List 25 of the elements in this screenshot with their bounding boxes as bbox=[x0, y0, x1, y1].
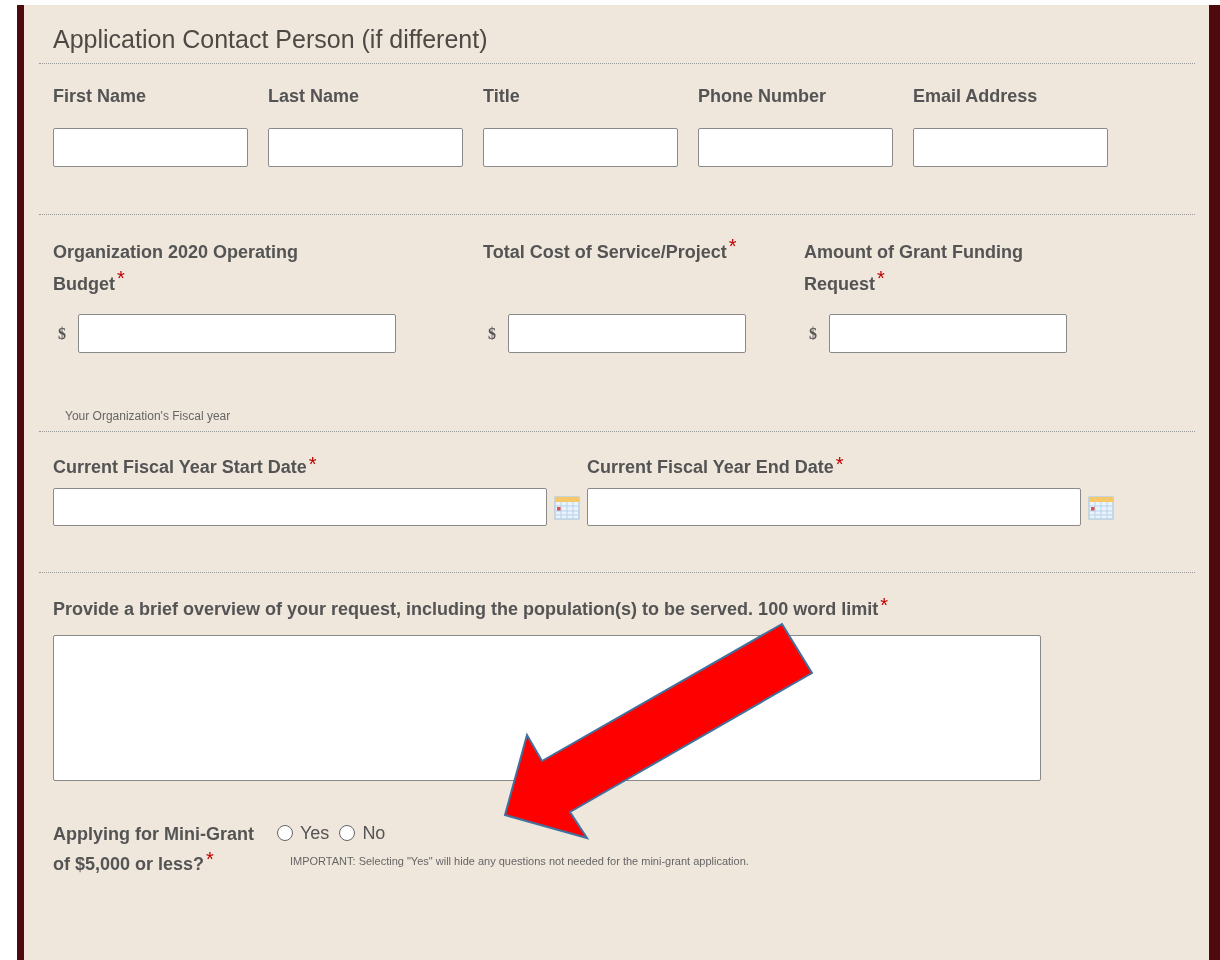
field-label: Email Address bbox=[913, 85, 1039, 108]
input-field[interactable] bbox=[698, 128, 893, 167]
fiscal-year-note: Your Organization's Fiscal year bbox=[64, 408, 232, 425]
field-label: Title bbox=[483, 85, 521, 108]
input-field[interactable] bbox=[53, 128, 248, 167]
radio-option[interactable]: Yes bbox=[277, 821, 330, 845]
input-field[interactable] bbox=[913, 128, 1108, 167]
currency-symbol: $ bbox=[57, 323, 67, 344]
input-field[interactable] bbox=[78, 314, 396, 353]
calendar-icon[interactable] bbox=[1088, 494, 1114, 520]
field-label: First Name bbox=[53, 85, 148, 108]
input-field[interactable] bbox=[508, 314, 746, 353]
input-field[interactable] bbox=[829, 314, 1067, 353]
field-label: Last Name bbox=[268, 85, 361, 108]
input-field[interactable] bbox=[483, 128, 678, 167]
section-heading: Application Contact Person (if different) bbox=[52, 24, 489, 55]
currency-symbol: $ bbox=[487, 323, 497, 344]
calendar-icon[interactable] bbox=[554, 494, 580, 520]
input-field[interactable] bbox=[587, 488, 1081, 526]
input-field[interactable] bbox=[53, 488, 547, 526]
currency-symbol: $ bbox=[808, 323, 818, 344]
input-field[interactable] bbox=[268, 128, 463, 167]
field-label: Phone Number bbox=[698, 85, 827, 108]
helper-note: IMPORTANT: Selecting "Yes" will hide any questions not needed for the mini-grant application. bbox=[289, 854, 749, 868]
radio-option[interactable]: No bbox=[339, 821, 386, 845]
